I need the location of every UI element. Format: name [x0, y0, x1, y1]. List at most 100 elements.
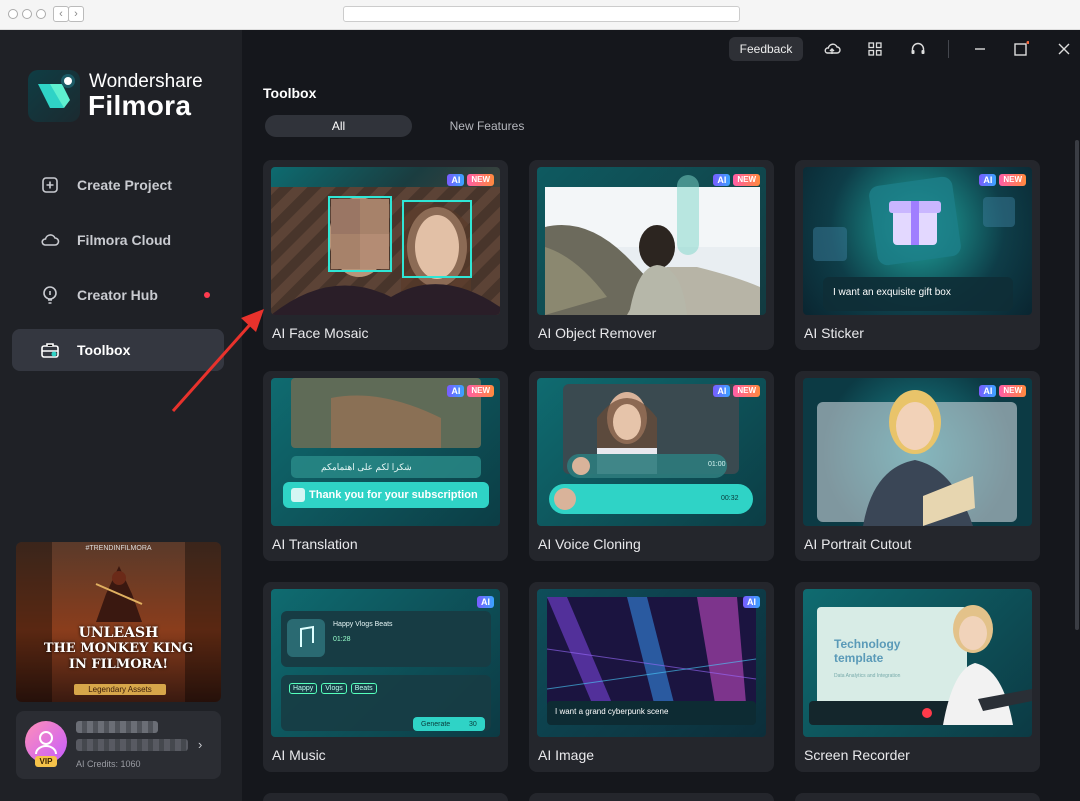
- chip: Vlogs: [321, 683, 347, 694]
- username-blurred: [76, 721, 158, 733]
- brand-main: Filmora: [88, 90, 192, 121]
- close-icon[interactable]: [1055, 40, 1073, 58]
- page-title: Toolbox: [263, 85, 317, 101]
- thumbnail: [271, 167, 500, 315]
- address-bar[interactable]: [343, 6, 740, 22]
- promo-tag: #TRENDINFILMORA: [85, 545, 152, 552]
- slide-subtitle: Data Analytics and Integration: [834, 673, 901, 679]
- cloud-upload-icon[interactable]: [823, 40, 841, 58]
- card-label: AI Face Mosaic: [272, 325, 369, 341]
- card-label: Screen Recorder: [804, 747, 910, 763]
- sidebar-item-toolbox[interactable]: Toolbox: [12, 329, 224, 371]
- thumbnail: [537, 167, 766, 315]
- card-label: AI Portrait Cutout: [804, 536, 912, 552]
- tab-all[interactable]: All: [265, 115, 412, 137]
- tool-card-partial: [529, 793, 774, 801]
- headset-icon[interactable]: [909, 40, 927, 58]
- new-badge: NEW: [999, 174, 1026, 186]
- badges: AI NEW: [447, 174, 494, 186]
- sidebar-item-create-project[interactable]: Create Project: [12, 164, 224, 206]
- new-badge: NEW: [467, 174, 494, 186]
- sidebar-item-creator-hub[interactable]: Creator Hub: [12, 274, 224, 316]
- promo-line2: THE MONKEY KING: [43, 641, 194, 656]
- grid-icon[interactable]: [866, 40, 884, 58]
- chevron-right-icon[interactable]: ›: [198, 737, 202, 752]
- plus-square-icon: [40, 175, 60, 195]
- thumbnail: شكرا لكم على اهتمامكم Thank you for your…: [271, 378, 500, 526]
- badges: AI NEW: [447, 385, 494, 397]
- tool-card-ai-face-mosaic[interactable]: AI NEW AI Face Mosaic: [263, 160, 508, 350]
- ai-badge: AI: [713, 174, 731, 186]
- generate-label: Generate: [421, 721, 451, 728]
- ai-badge: AI: [979, 385, 997, 397]
- song-title: Happy Vlogs Beats: [333, 621, 393, 628]
- thumbnail: I want an exquisite gift box: [803, 167, 1032, 315]
- tool-card-ai-voice-cloning[interactable]: 01:00 00:32 AI NEW AI Voice Cloning: [529, 371, 774, 561]
- tool-card-ai-object-remover[interactable]: AI NEW AI Object Remover: [529, 160, 774, 350]
- tool-card-screen-recorder[interactable]: Technology template Data Analytics and I…: [795, 582, 1040, 772]
- filmora-logo: [28, 70, 80, 122]
- promo-banner[interactable]: #TRENDINFILMORA UNLEASH THE MONKEY KING …: [16, 542, 221, 702]
- thumbnail: Happy Vlogs Beats 01:28 Happy Vlogs Beat…: [271, 589, 500, 737]
- scrollbar[interactable]: [1075, 140, 1079, 630]
- bulb-icon: [40, 285, 60, 305]
- tool-card-ai-image[interactable]: I want a grand cyberpunk scene AI AI Ima…: [529, 582, 774, 772]
- ai-badge: AI: [477, 596, 494, 608]
- prompt-caption: I want a grand cyberpunk scene: [555, 707, 669, 716]
- song-duration: 01:28: [333, 636, 351, 643]
- thumbnail: Technology template Data Analytics and I…: [803, 589, 1032, 737]
- new-badge: NEW: [999, 385, 1026, 397]
- prompt-caption: I want an exquisite gift box: [833, 287, 951, 298]
- sidebar-item-label: Creator Hub: [77, 287, 158, 303]
- minimize-dot[interactable]: [22, 9, 32, 19]
- tag-chips: Happy Vlogs Beats: [289, 683, 377, 694]
- badges: AI NEW: [979, 174, 1026, 186]
- minimize-icon[interactable]: [971, 40, 989, 58]
- chip: Beats: [350, 683, 377, 694]
- sidebar-item-filmora-cloud[interactable]: Filmora Cloud: [12, 219, 224, 261]
- card-label: AI Voice Cloning: [538, 536, 641, 552]
- card-label: AI Sticker: [804, 325, 864, 341]
- ai-badge: AI: [447, 174, 465, 186]
- arabic-caption: شكرا لكم على اهتمامكم: [321, 462, 412, 472]
- plan-blurred: [76, 739, 188, 751]
- new-badge: NEW: [467, 385, 494, 397]
- promo-line3: IN FILMORA!: [68, 657, 169, 672]
- badges: AI NEW: [713, 174, 760, 186]
- divider: [948, 40, 949, 58]
- badges: AI: [743, 596, 760, 608]
- badges: AI NEW: [713, 385, 760, 397]
- tab-new-features[interactable]: New Features: [420, 115, 554, 137]
- cloud-icon: [40, 230, 60, 250]
- card-label: AI Image: [538, 747, 595, 763]
- badges: AI: [477, 596, 494, 608]
- voice-time-1: 01:00: [708, 461, 726, 468]
- ai-badge: AI: [713, 385, 731, 397]
- new-badge: NEW: [733, 174, 760, 186]
- promo-badge: Legendary Assets: [74, 684, 166, 695]
- tool-card-ai-portrait-cutout[interactable]: AI NEW AI Portrait Cutout: [795, 371, 1040, 561]
- card-label: AI Music: [272, 747, 326, 763]
- voice-time-2: 00:32: [721, 495, 739, 502]
- monkey-king-figure: [95, 566, 143, 622]
- sidebar-item-label: Toolbox: [77, 342, 131, 358]
- user-panel[interactable]: VIP AI Credits: 1060 ›: [16, 711, 221, 779]
- ai-badge: AI: [979, 174, 997, 186]
- chip: Happy: [289, 683, 318, 694]
- feedback-button[interactable]: Feedback: [729, 37, 803, 61]
- thumbnail: I want a grand cyberpunk scene: [537, 589, 766, 737]
- card-label: AI Object Remover: [538, 325, 657, 341]
- new-badge: NEW: [733, 385, 760, 397]
- tool-card-ai-music[interactable]: Happy Vlogs Beats 01:28 Happy Vlogs Beat…: [263, 582, 508, 772]
- browser-chrome: ‹ ›: [0, 0, 1080, 30]
- vip-badge: VIP: [35, 756, 57, 767]
- forward-icon[interactable]: ›: [68, 6, 84, 22]
- maximize-dot[interactable]: [36, 9, 46, 19]
- tool-card-ai-sticker[interactable]: I want an exquisite gift box AI NEW AI S…: [795, 160, 1040, 350]
- ai-badge: AI: [447, 385, 465, 397]
- tool-card-ai-translation[interactable]: شكرا لكم على اهتمامكم Thank you for your…: [263, 371, 508, 561]
- maximize-icon[interactable]: [1012, 40, 1030, 58]
- back-icon[interactable]: ‹: [53, 6, 69, 22]
- close-dot[interactable]: [8, 9, 18, 19]
- filmora-window: Wondershare Filmora Create Project Filmo…: [0, 30, 1080, 801]
